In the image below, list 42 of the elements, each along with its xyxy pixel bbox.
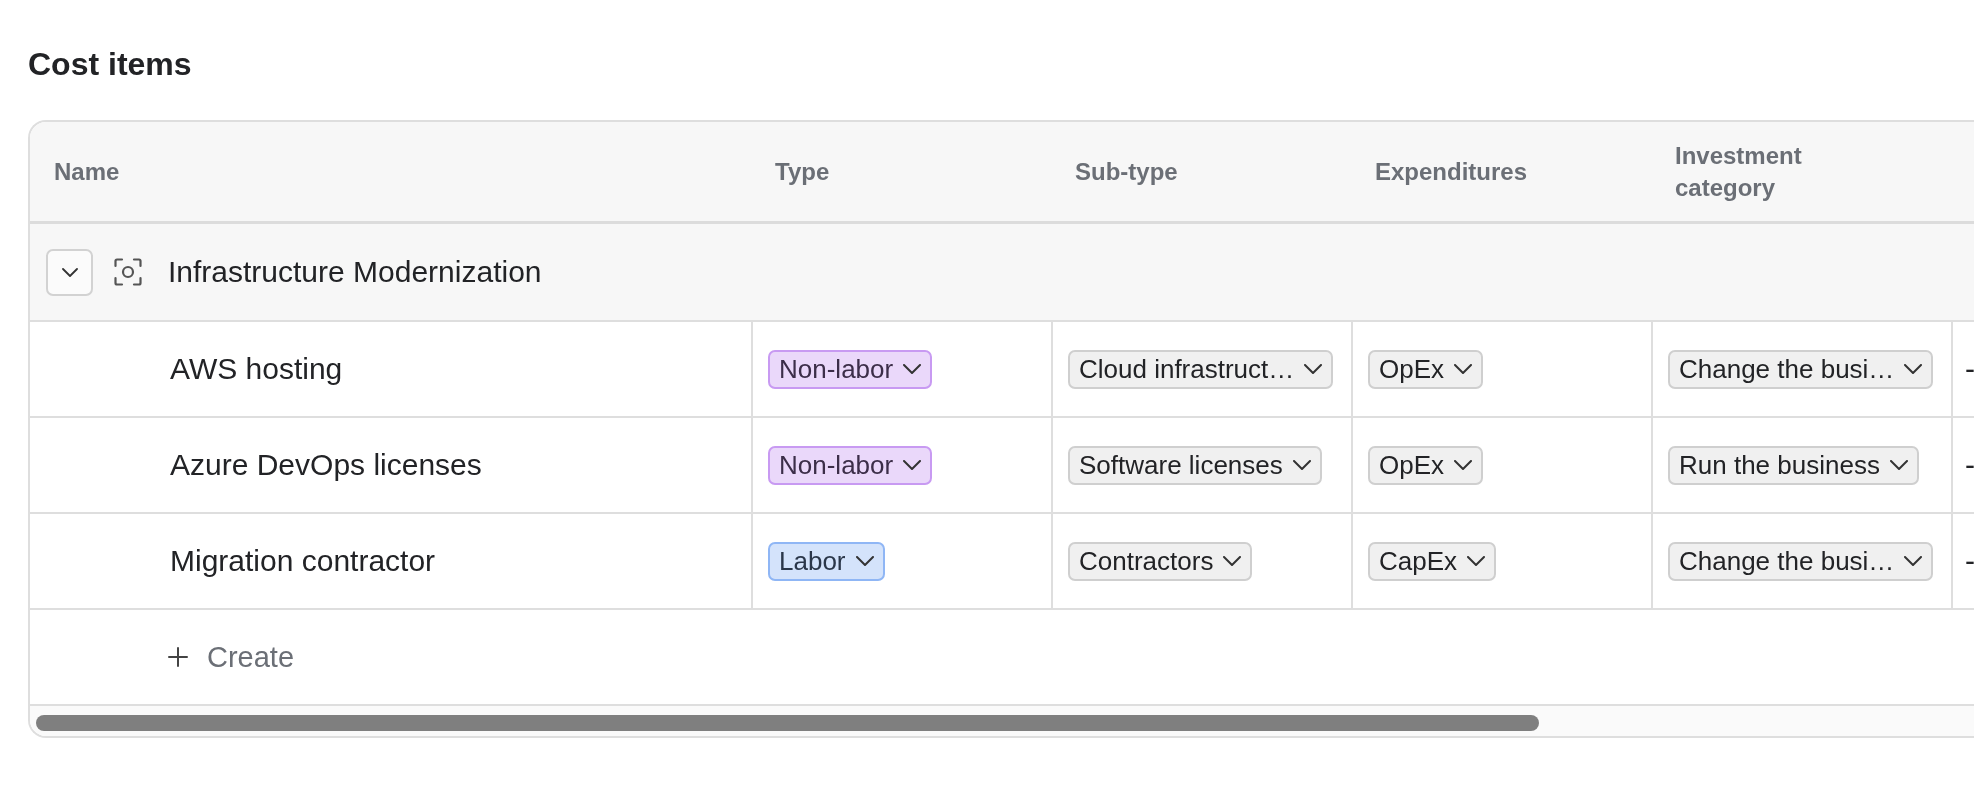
chevron-down-icon xyxy=(855,556,874,566)
chevron-down-icon xyxy=(903,364,922,374)
expenditure-dropdown[interactable]: CapEx xyxy=(1368,541,1497,581)
investment-category-dropdown[interactable]: Change the busi… xyxy=(1668,349,1934,389)
sub-type-dropdown[interactable]: Cloud infrastruct… xyxy=(1068,349,1334,389)
column-header: Sub-type xyxy=(1075,156,1178,187)
chevron-down-icon xyxy=(1889,460,1908,470)
item-name: AWS hosting xyxy=(170,352,343,386)
type-dropdown[interactable]: Non-labor xyxy=(768,445,933,485)
expand-button[interactable] xyxy=(46,248,93,296)
chevron-down-icon xyxy=(1904,364,1923,374)
column-header: Expenditures xyxy=(1375,156,1528,187)
chevron-down-icon xyxy=(1304,364,1323,374)
expenditure-dropdown[interactable]: OpEx xyxy=(1368,445,1484,485)
chevron-down-icon xyxy=(1467,556,1486,566)
group-name: Infrastructure Modernization xyxy=(168,255,542,289)
chevron-down-icon xyxy=(1223,556,1242,566)
empty-value-dash: - xyxy=(1965,448,1974,482)
empty-value-dash: - xyxy=(1965,544,1974,578)
column-header: Investment category xyxy=(1675,140,1803,203)
empty-value-dash: - xyxy=(1965,352,1974,386)
create-button[interactable]: Create xyxy=(168,640,295,674)
column-header: Name xyxy=(54,156,120,187)
chevron-down-icon xyxy=(1904,556,1923,566)
chevron-down-icon xyxy=(1454,364,1473,374)
plus-icon xyxy=(168,647,188,667)
chevron-down-icon xyxy=(1292,460,1311,470)
expenditure-dropdown[interactable]: OpEx xyxy=(1368,349,1484,389)
sub-type-dropdown[interactable]: Software licenses xyxy=(1068,445,1322,485)
chevron-down-icon xyxy=(1454,460,1473,470)
section-title: Cost items xyxy=(28,45,192,83)
item-name: Migration contractor xyxy=(170,544,436,578)
chevron-down-icon xyxy=(903,460,922,470)
investment-category-dropdown[interactable]: Change the busi… xyxy=(1668,541,1934,581)
scrollbar-thumb[interactable] xyxy=(36,715,1539,731)
investment-category-dropdown[interactable]: Run the business xyxy=(1668,445,1919,485)
type-dropdown[interactable]: Labor xyxy=(768,541,885,581)
column-header: Type xyxy=(775,156,830,187)
item-name: Azure DevOps licenses xyxy=(170,448,482,482)
focus-frame-icon xyxy=(114,258,142,286)
type-dropdown[interactable]: Non-labor xyxy=(768,349,933,389)
sub-type-dropdown[interactable]: Contractors xyxy=(1068,541,1253,581)
